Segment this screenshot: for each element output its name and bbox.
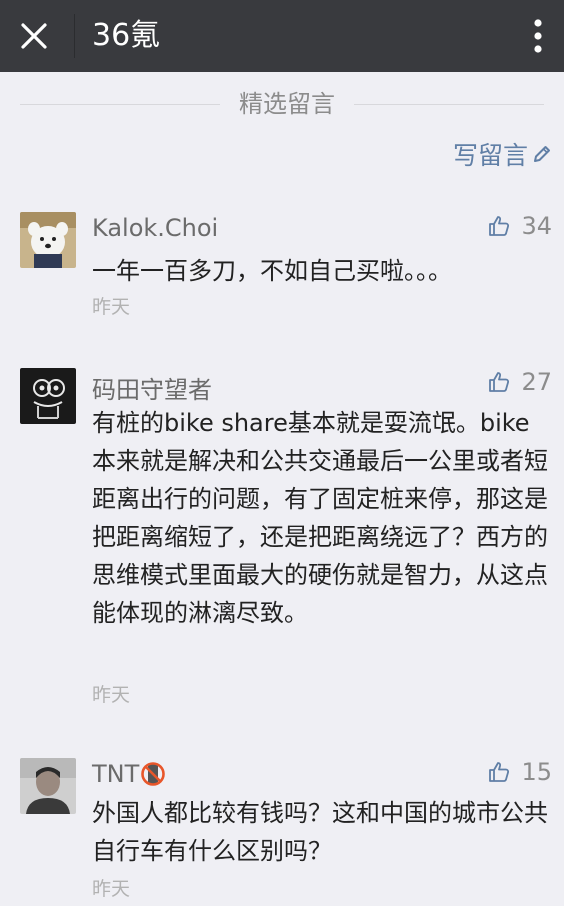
thumbs-up-icon: [487, 760, 511, 784]
comment-item: TNT 15 外国人都比较有钱吗？这和中国的城市公共自行车有什么区别吗？ 昨天: [0, 752, 564, 902]
avatar[interactable]: [20, 758, 76, 814]
comment-nickname[interactable]: TNT: [92, 760, 166, 788]
thumbs-up-icon: [487, 214, 511, 238]
thumbs-up-icon: [487, 370, 511, 394]
section-divider-right: [354, 104, 544, 105]
section-divider-left: [20, 104, 220, 105]
page-title: 36氪: [92, 18, 161, 53]
comment-item: Kalok.Choi 34 一年一百多刀，不如自己买啦。。。 昨天: [0, 206, 564, 326]
like-button[interactable]: 34: [487, 212, 552, 240]
dog-avatar-icon: [20, 212, 76, 268]
topbar-divider: [74, 14, 75, 58]
close-icon: [21, 23, 47, 49]
comment-nickname[interactable]: 码田守望者: [92, 370, 212, 405]
comment-content: 有桩的bike share基本就是耍流氓。bike本来就是解决和公共交通最后一公…: [92, 409, 548, 627]
write-comment-label: 写留言: [452, 141, 528, 170]
section-title: 精选留言: [239, 90, 335, 118]
top-bar: 36氪: [0, 0, 564, 72]
avatar[interactable]: [20, 368, 76, 424]
like-count: 27: [521, 368, 552, 396]
comment-content: 一年一百多刀，不如自己买啦。。。: [92, 257, 452, 285]
like-count: 34: [521, 212, 552, 240]
close-button[interactable]: [10, 10, 58, 62]
comment-nickname-text: TNT: [92, 760, 140, 788]
no-phone-emoji-icon: [140, 761, 166, 787]
section-header: 精选留言: [0, 84, 564, 124]
like-button[interactable]: 15: [487, 758, 552, 786]
comment-time: 昨天: [92, 878, 131, 900]
avatar[interactable]: [20, 212, 76, 268]
comment-time: 昨天: [92, 296, 131, 318]
comment-item: 码田守望者 27 有桩的bike share基本就是耍流氓。bike本来就是解决…: [0, 362, 564, 712]
comment-time: 昨天: [92, 684, 131, 706]
person-photo-avatar-icon: [20, 758, 76, 814]
more-vertical-icon: [534, 19, 542, 53]
pencil-icon: [532, 144, 552, 164]
neon-character-avatar-icon: [20, 368, 76, 424]
like-count: 15: [521, 758, 552, 786]
comment-content: 外国人都比较有钱吗？这和中国的城市公共自行车有什么区别吗？: [92, 799, 548, 865]
write-comment-button[interactable]: 写留言: [453, 134, 552, 174]
more-button[interactable]: [518, 12, 558, 60]
comment-nickname[interactable]: Kalok.Choi: [92, 214, 218, 242]
like-button[interactable]: 27: [487, 368, 552, 396]
